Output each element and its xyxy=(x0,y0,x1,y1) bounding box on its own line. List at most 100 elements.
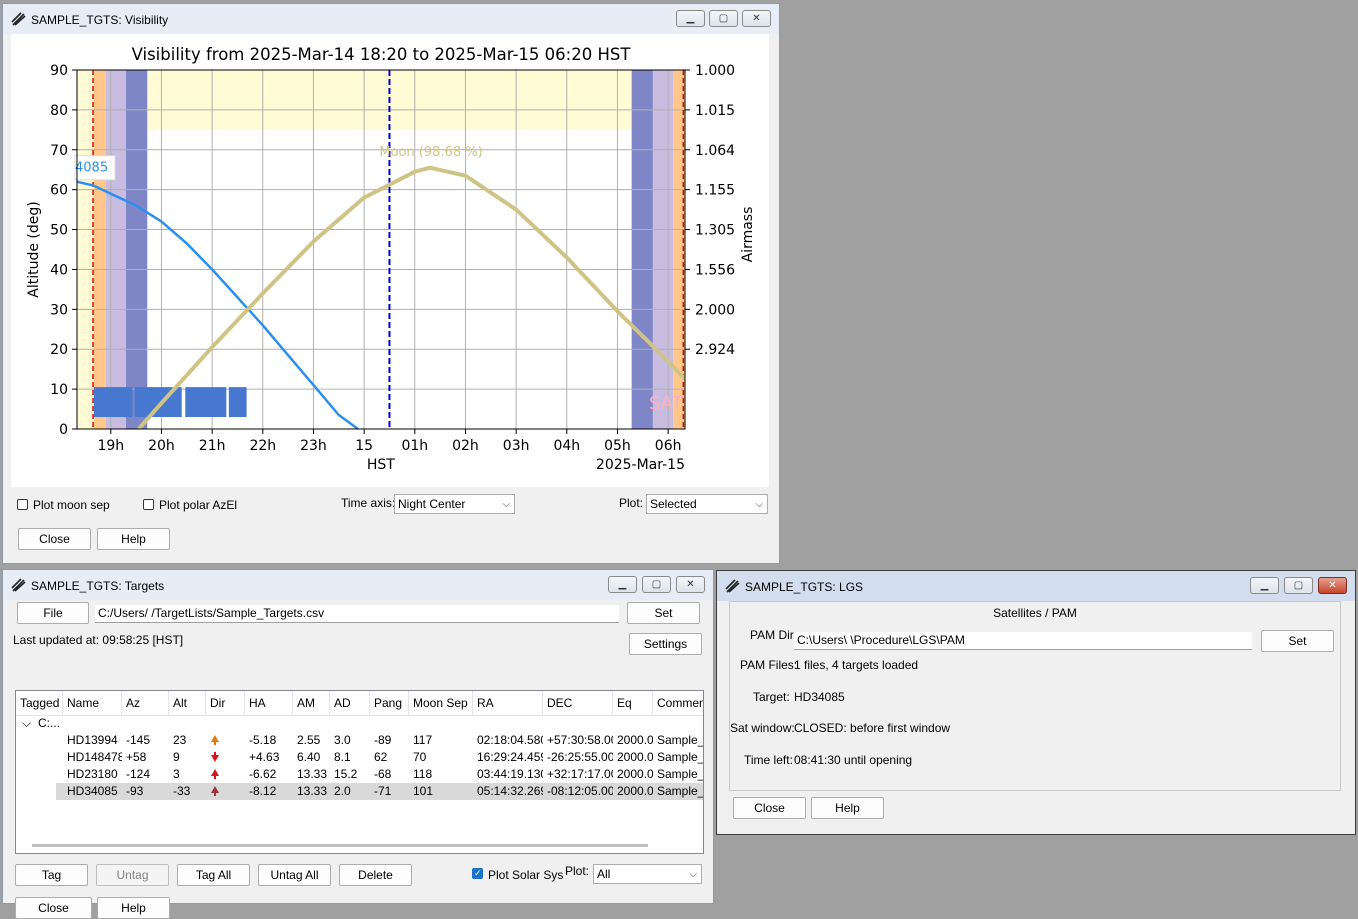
group-row[interactable]: ⌵ C:... xyxy=(16,715,703,732)
targets-titlebar[interactable]: SAMPLE_TGTS: Targets ▁ ▢ ✕ xyxy=(3,570,713,600)
cell-ra: 02:18:04.580 xyxy=(477,733,543,747)
y-tick-label: 20 xyxy=(50,342,68,358)
chevron-down-icon[interactable]: ⌵ xyxy=(18,715,34,732)
help-button[interactable]: Help xyxy=(97,897,170,919)
y-tick-label: 80 xyxy=(50,103,68,119)
set-file-button[interactable]: Set xyxy=(627,602,700,624)
plot-select[interactable]: Selected ⌵ xyxy=(646,494,768,514)
close-icon[interactable]: ✕ xyxy=(676,576,705,593)
column-header[interactable]: RA xyxy=(473,691,543,715)
tag-button[interactable]: Tag xyxy=(15,864,88,886)
time-axis-select[interactable]: Night Center ⌵ xyxy=(394,494,515,514)
cell-pang: -71 xyxy=(374,784,392,798)
close-icon[interactable]: ✕ xyxy=(742,10,771,27)
target-label: 4085 xyxy=(75,161,108,176)
pam-files-label: PAM Files: xyxy=(740,658,798,672)
x-tick-label: 02h xyxy=(452,438,479,454)
help-button[interactable]: Help xyxy=(97,528,170,550)
visibility-titlebar[interactable]: SAMPLE_TGTS: Visibility ▁ ▢ ✕ xyxy=(3,4,779,34)
column-header[interactable]: Alt xyxy=(169,691,206,715)
cell-am: 6.40 xyxy=(297,750,321,764)
x-axis-label: HST xyxy=(367,457,395,473)
plot-polar-label: Plot polar AzEl xyxy=(159,498,238,512)
close-icon[interactable]: ✕ xyxy=(1318,577,1347,594)
cell-comment: Sample_Targ xyxy=(657,767,704,781)
column-header[interactable]: Moon Sep xyxy=(409,691,473,715)
table-row[interactable]: HD13994 -145 23 -5.18 2.55 3.0 -89 117 02:18:04.… xyxy=(56,732,703,749)
column-header[interactable]: Name xyxy=(63,691,122,715)
cell-ha: +4.63 xyxy=(249,750,280,764)
close-button[interactable]: Close xyxy=(733,797,806,819)
settings-button[interactable]: Settings xyxy=(629,633,702,655)
column-header[interactable]: HA xyxy=(245,691,293,715)
table-header: Tagged Name Az Alt Dir HA AM AD Pang Moon Sep RA DE… xyxy=(16,691,703,716)
minimize-icon[interactable]: ▁ xyxy=(1250,577,1279,594)
cell-eq: 2000.0 xyxy=(617,767,653,781)
pam-files-value: 1 files, 4 targets loaded xyxy=(794,658,919,672)
column-header[interactable]: Comment xyxy=(653,691,703,715)
twilight-band xyxy=(652,70,674,429)
column-header[interactable]: Eq xyxy=(613,691,653,715)
cell-moonsep: 117 xyxy=(413,733,433,747)
airmass-tick-label: 2.000 xyxy=(695,302,735,318)
column-header[interactable]: Dir xyxy=(206,691,245,715)
file-path-field[interactable]: C:/Users/ /TargetLists/Sample_Targets.cs… xyxy=(95,605,619,623)
maximize-icon[interactable]: ▢ xyxy=(709,10,738,27)
airmass-tick-label: 1.015 xyxy=(695,103,735,119)
x-tick-label: 21h xyxy=(199,438,226,454)
plot-moon-sep-checkbox[interactable] xyxy=(17,499,28,510)
target-value: HD34085 xyxy=(794,690,845,704)
cell-dec: -26:25:55.00 xyxy=(547,750,613,764)
help-button[interactable]: Help xyxy=(811,797,884,819)
sat-window-value: CLOSED: before first window xyxy=(794,721,951,735)
cell-name: HD13994 xyxy=(67,733,118,747)
untag-all-button[interactable]: Untag All xyxy=(258,864,331,886)
cell-ra: 03:44:19.130 xyxy=(477,767,543,781)
delete-button[interactable]: Delete xyxy=(339,864,412,886)
file-button[interactable]: File xyxy=(17,602,89,624)
horizontal-scrollbar[interactable] xyxy=(32,844,648,847)
rising-arrow-icon xyxy=(206,732,245,749)
satellites-group: Satellites / PAM PAM Dir: C:\Users\ \Pro… xyxy=(729,601,1341,791)
plot-polar-checkbox[interactable] xyxy=(143,499,154,510)
column-header[interactable]: Pang xyxy=(370,691,409,715)
plot-select-value: Selected xyxy=(650,497,697,511)
x-tick-label: 03h xyxy=(503,438,530,454)
cell-dec: -08:12:05.00 xyxy=(547,784,613,798)
column-header[interactable]: AM xyxy=(293,691,330,715)
lgs-titlebar[interactable]: SAMPLE_TGTS: LGS ▁ ▢ ✕ xyxy=(717,571,1355,601)
table-row[interactable]: HD34085 -93 -33 -8.12 13.33 2.0 -71 101 05:14:32… xyxy=(56,783,703,800)
airmass-tick-label: 1.556 xyxy=(695,262,735,278)
pam-dir-field[interactable]: C:\Users\ \Procedure\LGS\PAM xyxy=(794,632,1252,650)
table-row[interactable]: HD148478 +58 9 +4.63 6.40 8.1 62 70 16:29:24.459… xyxy=(56,749,703,766)
targets-plot-select[interactable]: All ⌵ xyxy=(593,864,702,884)
minimize-icon[interactable]: ▁ xyxy=(608,576,637,593)
tag-all-button[interactable]: Tag All xyxy=(177,864,250,886)
column-header[interactable]: Az xyxy=(122,691,169,715)
moon-label: Moon (98.68 %) xyxy=(379,145,482,160)
minimize-icon[interactable]: ▁ xyxy=(676,10,705,27)
close-button[interactable]: Close xyxy=(18,528,91,550)
set-pam-dir-button[interactable]: Set xyxy=(1261,630,1334,652)
plot-select-label: Plot: xyxy=(619,496,644,510)
column-header[interactable]: DEC xyxy=(543,691,613,715)
cell-dec: +57:30:58.00 xyxy=(547,733,613,747)
untag-button[interactable]: Untag xyxy=(96,864,169,886)
y-tick-label: 10 xyxy=(50,382,68,398)
maximize-icon[interactable]: ▢ xyxy=(642,576,671,593)
close-button[interactable]: Close xyxy=(15,897,92,919)
x-tick-label: 04h xyxy=(553,438,580,454)
lgs-window: SAMPLE_TGTS: LGS ▁ ▢ ✕ Satellites / PAM … xyxy=(716,570,1356,835)
cell-az: +58 xyxy=(126,750,147,764)
plot-solar-sys-checkbox[interactable] xyxy=(472,868,483,879)
app-icon xyxy=(11,12,26,26)
cell-name: HD148478 xyxy=(67,750,122,764)
table-row[interactable]: HD23180 -124 3 -6.62 13.33 15.2 -68 118 03:44:19… xyxy=(56,766,704,783)
column-header[interactable]: Tagged xyxy=(16,691,63,715)
x-tick-label: 20h xyxy=(148,438,175,454)
sat-window-label: Sat window: xyxy=(730,721,795,735)
maximize-icon[interactable]: ▢ xyxy=(1284,577,1313,594)
column-header[interactable]: AD xyxy=(330,691,370,715)
y-tick-label: 90 xyxy=(50,63,68,79)
x-tick-label: 23h xyxy=(300,438,327,454)
